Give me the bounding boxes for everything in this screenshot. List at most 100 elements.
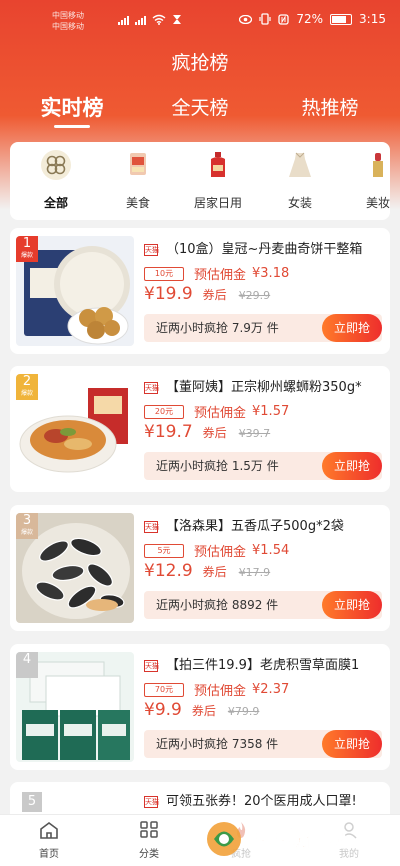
dress-icon bbox=[285, 150, 315, 180]
product-image: 3 爆款 bbox=[16, 513, 134, 623]
rank-badge: 4 bbox=[16, 652, 38, 678]
buy-now-button[interactable]: 立即抢 bbox=[322, 730, 382, 758]
product-card[interactable]: 3 爆款 天猫 【洛森果】五香瓜子500g*2袋 5元 预估佣金 ¥1.54 ¥12… bbox=[10, 505, 390, 631]
battery-percent: 72% bbox=[296, 12, 324, 26]
nav-label: 首页 bbox=[39, 849, 59, 860]
sales-text: 近两小时疯抢 7.9万 件 bbox=[156, 321, 279, 335]
buy-now-button[interactable]: 立即抢 bbox=[322, 314, 382, 342]
category-label: 居家日用 bbox=[193, 196, 242, 210]
product-title: 天猫 【董阿姨】正宗柳州螺蛳粉350g* bbox=[144, 380, 362, 395]
price-row: ¥12.9 券后 ¥17.9 bbox=[144, 561, 270, 585]
category-label: 全部 bbox=[43, 196, 68, 210]
tab-hot-recommend[interactable]: 热推榜 bbox=[275, 92, 385, 124]
commission-label: 预估佣金 bbox=[194, 545, 247, 560]
price: ¥9.9 bbox=[144, 700, 182, 720]
rank-badge: 2 爆款 bbox=[16, 374, 38, 400]
sales-bar: 近两小时疯抢 7358 件 立即抢 bbox=[144, 730, 382, 758]
tab-all-day[interactable]: 全天榜 bbox=[145, 92, 255, 124]
watermark: 西西软件园 bbox=[204, 818, 380, 860]
tmall-icon: 天猫 bbox=[144, 521, 159, 533]
coupon-tag: 10元 bbox=[144, 266, 184, 281]
coupon-tag: 5元 bbox=[144, 543, 184, 558]
nav-home[interactable]: 首页 bbox=[14, 821, 84, 860]
price: ¥19.7 bbox=[144, 422, 193, 442]
product-title: 天猫 （10盒）皇冠~丹麦曲奇饼干整箱 bbox=[144, 242, 363, 257]
original-price: ¥39.7 bbox=[238, 427, 271, 440]
commission-row: 20元 预估佣金 ¥1.57 bbox=[144, 402, 289, 421]
buy-now-button[interactable]: 立即抢 bbox=[322, 452, 382, 480]
product-image: 1 爆款 bbox=[16, 236, 134, 346]
nav-label: 分类 bbox=[139, 849, 159, 860]
original-price: ¥79.9 bbox=[227, 705, 260, 718]
after-coupon-label: 券后 bbox=[191, 704, 216, 718]
clock-time: 3:15 bbox=[359, 12, 386, 26]
category-label: 女装 bbox=[287, 196, 312, 210]
commission-label: 预估佣金 bbox=[194, 406, 247, 421]
coupon-tag: 20元 bbox=[144, 404, 184, 419]
watermark-text: 西西软件园 bbox=[246, 827, 346, 851]
sales-bar: 近两小时疯抢 1.5万 件 立即抢 bbox=[144, 452, 382, 480]
nfc-icon bbox=[278, 13, 290, 25]
tab-realtime[interactable]: 实时榜 bbox=[17, 92, 127, 128]
category-grid-icon bbox=[140, 821, 158, 838]
rank-badge: 5 bbox=[22, 792, 42, 812]
buy-now-button[interactable]: 立即抢 bbox=[322, 591, 382, 619]
coupon-tag: 70元 bbox=[144, 682, 184, 697]
signal-icon bbox=[135, 16, 146, 25]
tmall-icon: 天猫 bbox=[144, 244, 159, 256]
commission-row: 5元 预估佣金 ¥1.54 bbox=[144, 541, 289, 560]
nav-category[interactable]: 分类 bbox=[114, 821, 184, 860]
sales-text: 近两小时疯抢 8892 件 bbox=[156, 598, 279, 612]
product-card[interactable]: 4 天猫 【拍三件19.9】老虎积雪草面膜1 70元 预估佣金 ¥2.37 ¥9.… bbox=[10, 644, 390, 770]
product-card[interactable]: 2 爆款 天猫 【董阿姨】正宗柳州螺蛳粉350g* 20元 预估佣金 ¥1.57 ¥… bbox=[10, 366, 390, 492]
page-title: 疯抢榜 bbox=[171, 52, 229, 74]
signal-indicators bbox=[118, 14, 182, 25]
tmall-icon: 天猫 bbox=[144, 660, 159, 672]
battery-icon bbox=[330, 13, 353, 25]
carrier-1: 中国移动 bbox=[52, 11, 84, 20]
category-all[interactable]: 全部 bbox=[28, 150, 84, 211]
product-title: 天猫 可领五张券！20个医用成人口罩! bbox=[144, 794, 357, 809]
category-women-clothing[interactable]: 女装 bbox=[272, 150, 328, 211]
category-household[interactable]: 居家日用 bbox=[190, 150, 246, 211]
after-coupon-label: 券后 bbox=[202, 426, 227, 440]
status-bar: 中国移动 中国移动 72% 3:15 bbox=[0, 0, 400, 42]
product-card[interactable]: 1 爆款 天猫 （10盒）皇冠~丹麦曲奇饼干整箱 10元 预估佣金 ¥3.18 ¥1… bbox=[10, 228, 390, 354]
sales-bar: 近两小时疯抢 7.9万 件 立即抢 bbox=[144, 314, 382, 342]
household-icon bbox=[203, 150, 233, 180]
makeup-icon bbox=[363, 150, 390, 180]
sales-text: 近两小时疯抢 7358 件 bbox=[156, 737, 279, 751]
commission-row: 70元 预估佣金 ¥2.37 bbox=[144, 680, 289, 699]
price: ¥12.9 bbox=[144, 561, 193, 581]
product-title: 天猫 【拍三件19.9】老虎积雪草面膜1 bbox=[144, 658, 360, 673]
original-price: ¥29.9 bbox=[238, 289, 271, 302]
price-row: ¥19.9 券后 ¥29.9 bbox=[144, 284, 270, 308]
commission-value: ¥1.54 bbox=[252, 543, 290, 558]
eye-icon bbox=[239, 14, 253, 24]
product-image: 4 bbox=[16, 652, 134, 762]
vibrate-icon bbox=[259, 13, 271, 25]
category-label: 美妆 bbox=[365, 196, 390, 210]
commission-value: ¥2.37 bbox=[252, 682, 290, 697]
all-grid-icon bbox=[41, 150, 71, 180]
category-makeup[interactable]: 美妆 bbox=[350, 150, 390, 211]
commission-label: 预估佣金 bbox=[194, 268, 247, 283]
sales-bar: 近两小时疯抢 8892 件 立即抢 bbox=[144, 591, 382, 619]
commission-row: 10元 预估佣金 ¥3.18 bbox=[144, 264, 289, 283]
commission-value: ¥1.57 bbox=[252, 404, 290, 419]
tmall-icon: 天猫 bbox=[144, 796, 159, 808]
price: ¥19.9 bbox=[144, 284, 193, 304]
price-row: ¥19.7 券后 ¥39.7 bbox=[144, 422, 270, 446]
product-image: 2 爆款 bbox=[16, 374, 134, 484]
original-price: ¥17.9 bbox=[238, 566, 271, 579]
rank-badge: 3 爆款 bbox=[16, 513, 38, 539]
commission-value: ¥3.18 bbox=[252, 266, 290, 281]
alarm-icon bbox=[173, 15, 181, 24]
carrier-2: 中国移动 bbox=[52, 22, 84, 31]
home-icon bbox=[40, 822, 58, 839]
after-coupon-label: 券后 bbox=[202, 288, 227, 302]
carrier-info: 中国移动 中国移动 bbox=[52, 10, 84, 32]
tmall-icon: 天猫 bbox=[144, 382, 159, 394]
food-icon bbox=[123, 150, 153, 180]
category-food[interactable]: 美食 bbox=[110, 150, 166, 211]
